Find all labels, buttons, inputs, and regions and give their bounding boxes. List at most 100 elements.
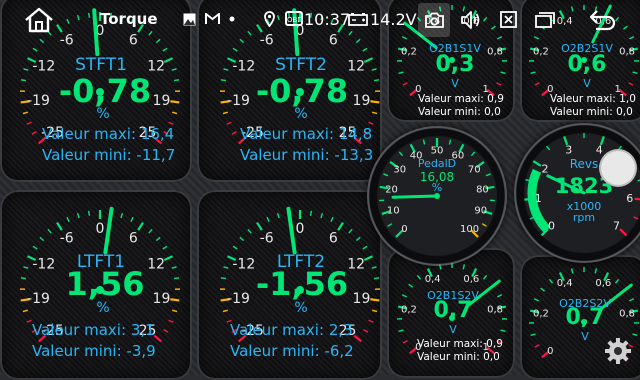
stft1-tick: [172, 112, 177, 113]
ltft2-tick: [223, 310, 228, 311]
assistive-touch-button[interactable]: [601, 151, 635, 185]
o2b1s1-unit: V: [445, 77, 465, 90]
stft2-tick: [369, 122, 374, 124]
stft1-tick: [174, 80, 179, 81]
home-icon[interactable]: [22, 6, 56, 34]
revs-tick-label: 0: [548, 219, 555, 232]
revs-tick-label: 3: [565, 143, 572, 156]
volume-icon[interactable]: [460, 10, 482, 30]
o2b1s2-value: 0,7: [423, 298, 483, 323]
o2b1s2-tick: [483, 275, 486, 279]
o2b1s2-tick: [399, 330, 404, 331]
pedal-tick: [471, 152, 474, 156]
ltft2-tick: [363, 246, 367, 249]
ltft2-tick: [267, 217, 269, 222]
pedal-tick: [449, 140, 450, 145]
ltft1-tick: [163, 246, 167, 249]
o2b2s2-unit: V: [575, 330, 595, 343]
o2b2s2-tick: [535, 345, 539, 347]
revs-unit-2: rpm: [559, 211, 609, 224]
ltft2-tick-label: -6: [260, 231, 274, 247]
pedal-tick-label: 80: [476, 184, 489, 195]
revs-tick-label: 2: [542, 162, 549, 175]
close-icon[interactable]: [500, 11, 517, 28]
o2b1s1-tick-label: 0,2: [401, 46, 417, 57]
revs-tick: [618, 146, 621, 150]
o2b2s2-tick-label: 0,2: [533, 308, 549, 319]
ltft1-tick: [48, 229, 51, 233]
ltft2-tick: [221, 278, 226, 279]
pedal-tick-label: 90: [474, 206, 487, 217]
ltft1-tick-label: -6: [60, 231, 74, 247]
o2b2s2-tick-label: 0,8: [619, 308, 635, 319]
ltft2-tick: [223, 267, 228, 268]
ltft2-tick: [364, 256, 372, 260]
stft1-tick: [32, 132, 36, 135]
o2b2s2-value: 0,7: [555, 305, 615, 330]
revs-tick-label: 6: [626, 192, 633, 205]
o2b1s2-tick-label: 0,2: [401, 304, 417, 315]
stft1-tick: [163, 48, 167, 51]
ltft2-min: Valeur mini: -6,2: [230, 342, 354, 360]
o2b1s2-tick: [501, 330, 506, 331]
ltft2-tick: [311, 211, 312, 216]
stft2-tick: [221, 80, 226, 81]
ltft1-tick: [89, 211, 90, 216]
dot-icon: [229, 16, 235, 22]
stft2-tick: [363, 48, 367, 51]
pedal-tick: [383, 174, 388, 176]
o2b2s2-tick: [595, 268, 596, 273]
stft2-max: Valeur maxi: 14,8: [240, 125, 372, 143]
ltft1-unit: %: [83, 300, 123, 316]
ltft2-tick: [356, 237, 360, 240]
stft1-value: -0,78: [40, 72, 170, 110]
o2b2s2-tick: [615, 279, 618, 283]
pedal-tick: [486, 174, 491, 176]
stft1-min: Valeur mini: -11,7: [42, 146, 175, 164]
battery-icon: [348, 12, 368, 26]
ltft2-tick: [248, 229, 251, 233]
o2b2s2-tick-label: 0,6: [595, 278, 611, 289]
window-icon[interactable]: [535, 11, 555, 28]
stft2-tick: [232, 132, 236, 135]
stft1-tick: [33, 48, 37, 51]
ltft1-tick: [169, 320, 174, 322]
pedal-tick-label: 100: [460, 224, 479, 235]
ltft2-tick: [278, 213, 279, 218]
back-icon[interactable]: [588, 9, 616, 31]
gear-icon[interactable]: [604, 337, 632, 365]
revs-tick: [634, 217, 639, 219]
ltft2-max: Valeur maxi: 2,3: [230, 321, 353, 339]
revs-tick: [620, 229, 626, 235]
o2b2s2-tick-label: 0: [547, 346, 553, 357]
ltft1-tick: [27, 320, 32, 322]
o2b1s2-tick: [440, 264, 441, 269]
o2b2s1-tick: [633, 72, 638, 73]
stft2-tick: [233, 48, 237, 51]
ltft2-tick: [370, 299, 379, 300]
ltft1-tick: [21, 278, 26, 279]
ltft1-tick-label: 0: [96, 221, 105, 237]
camera-icon: [425, 12, 444, 28]
gmail-icon: [205, 13, 220, 25]
stft2-tick: [372, 69, 377, 70]
o2b2s2-tick-label: 0,4: [557, 278, 573, 289]
stft1-tick: [172, 69, 177, 70]
o2b1s2-tick: [409, 284, 413, 287]
ltft2-tick: [349, 229, 352, 233]
screenshot-button[interactable]: [418, 3, 450, 37]
stft2-tick: [370, 101, 379, 102]
stft1-tick: [164, 58, 172, 62]
stft2-min: Valeur mini: -13,3: [240, 146, 373, 164]
pedal-tick-label: 30: [393, 164, 406, 175]
o2b1s1-min: Valeur mini: 0,0: [418, 106, 501, 118]
stft1-tick: [23, 69, 28, 70]
stft1-tick: [23, 112, 28, 113]
ltft1-tick: [174, 278, 179, 279]
o2b2s2-tick: [531, 334, 536, 335]
ltft1-tick: [67, 217, 69, 222]
stft1-max: Valeur maxi: 16,4: [42, 125, 174, 143]
o2b1s2-tick: [403, 341, 407, 343]
o2b2s2-tick: [534, 299, 539, 301]
location-icon: [264, 11, 275, 27]
